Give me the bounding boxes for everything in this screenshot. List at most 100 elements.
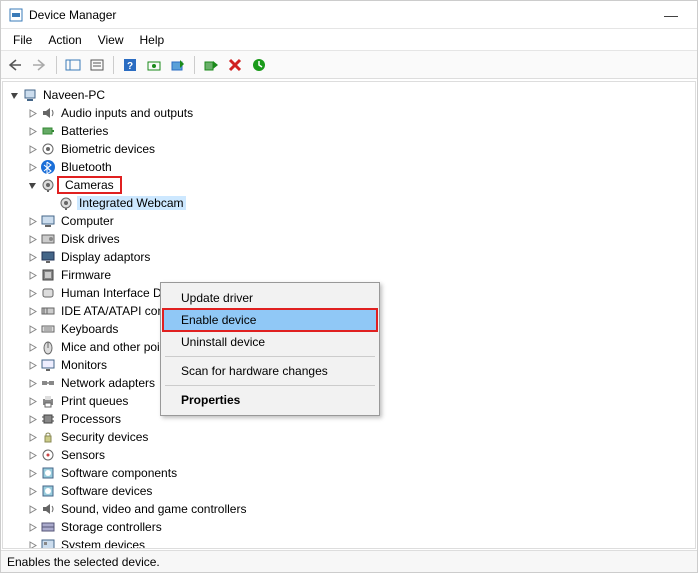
- cm-enable-device[interactable]: Enable device: [163, 309, 377, 331]
- tree-node[interactable]: System devices: [3, 536, 695, 549]
- expand-icon[interactable]: [25, 286, 39, 300]
- tree-node[interactable]: Storage controllers: [3, 518, 695, 536]
- tree-node-label: Keyboards: [59, 322, 120, 336]
- audio-icon: [40, 501, 56, 517]
- expand-icon[interactable]: [25, 484, 39, 498]
- cm-separator: [165, 356, 375, 357]
- tree-node-label: Disk drives: [59, 232, 122, 246]
- toolbar-separator: [194, 56, 195, 74]
- expand-icon[interactable]: [25, 142, 39, 156]
- tree-node[interactable]: Software components: [3, 464, 695, 482]
- expand-icon[interactable]: [25, 322, 39, 336]
- tree-node-label: Software devices: [59, 484, 154, 498]
- printer-icon: [40, 393, 56, 409]
- status-text: Enables the selected device.: [7, 555, 160, 569]
- camera-icon: [58, 195, 74, 211]
- tree-node-label: Computer: [59, 214, 116, 228]
- cm-separator: [165, 385, 375, 386]
- help-button[interactable]: ?: [119, 54, 141, 76]
- tree-node-label: System devices: [59, 538, 147, 549]
- tree-node-label: Display adaptors: [59, 250, 152, 264]
- tree-node[interactable]: Cameras: [3, 176, 695, 194]
- expand-icon[interactable]: [25, 232, 39, 246]
- tree-node[interactable]: Security devices: [3, 428, 695, 446]
- enable-button[interactable]: [200, 54, 222, 76]
- expand-icon[interactable]: [25, 430, 39, 444]
- uninstall-button[interactable]: [224, 54, 246, 76]
- context-menu: Update driver Enable device Uninstall de…: [160, 282, 380, 416]
- cm-uninstall-device[interactable]: Uninstall device: [163, 331, 377, 353]
- tree-node-label: Software components: [59, 466, 179, 480]
- tree-node-label: Processors: [59, 412, 123, 426]
- scan-button[interactable]: [143, 54, 165, 76]
- expand-icon[interactable]: [25, 358, 39, 372]
- menu-help[interactable]: Help: [132, 31, 173, 49]
- tree-node-label: Storage controllers: [59, 520, 164, 534]
- tree-node[interactable]: Integrated Webcam: [3, 194, 695, 212]
- forward-button[interactable]: [29, 54, 51, 76]
- toolbar: ?: [1, 51, 697, 79]
- minimize-button[interactable]: —: [653, 7, 689, 23]
- update-button[interactable]: [167, 54, 189, 76]
- tree-node[interactable]: Disk drives: [3, 230, 695, 248]
- expand-icon[interactable]: [25, 448, 39, 462]
- tree-node[interactable]: Software devices: [3, 482, 695, 500]
- expand-icon[interactable]: [25, 376, 39, 390]
- menu-action[interactable]: Action: [40, 31, 89, 49]
- tree-node[interactable]: Sensors: [3, 446, 695, 464]
- tree-node-label: Sound, video and game controllers: [59, 502, 248, 516]
- expand-icon[interactable]: [25, 520, 39, 534]
- tree-node[interactable]: Audio inputs and outputs: [3, 104, 695, 122]
- expand-icon[interactable]: [25, 340, 39, 354]
- tree-node[interactable]: Computer: [3, 212, 695, 230]
- expand-icon[interactable]: [25, 394, 39, 408]
- tree-node[interactable]: Bluetooth: [3, 158, 695, 176]
- tree-node-label: Security devices: [59, 430, 150, 444]
- expand-icon[interactable]: [25, 268, 39, 282]
- expand-icon[interactable]: [25, 466, 39, 480]
- expand-icon[interactable]: [25, 502, 39, 516]
- collapse-icon[interactable]: [25, 178, 39, 192]
- tree-node[interactable]: Batteries: [3, 122, 695, 140]
- menu-file[interactable]: File: [5, 31, 40, 49]
- expand-icon[interactable]: [25, 214, 39, 228]
- tree-node[interactable]: Naveen-PC: [3, 86, 695, 104]
- window-title: Device Manager: [29, 8, 653, 22]
- expand-icon[interactable]: [25, 160, 39, 174]
- software-icon: [40, 483, 56, 499]
- network-icon: [40, 375, 56, 391]
- software-icon: [40, 465, 56, 481]
- camera-icon: [40, 177, 56, 193]
- cm-update-driver[interactable]: Update driver: [163, 287, 377, 309]
- show-hidden-button[interactable]: [62, 54, 84, 76]
- tree-node-label: Audio inputs and outputs: [59, 106, 195, 120]
- tree-node-label: Biometric devices: [59, 142, 157, 156]
- tree-node-label: Cameras: [57, 176, 122, 194]
- mouse-icon: [40, 339, 56, 355]
- bluetooth-icon: [40, 159, 56, 175]
- cm-properties[interactable]: Properties: [163, 389, 377, 411]
- display-icon: [40, 249, 56, 265]
- status-bar: Enables the selected device.: [1, 550, 697, 572]
- tree-node-label: Naveen-PC: [41, 88, 107, 102]
- tree-node[interactable]: Biometric devices: [3, 140, 695, 158]
- back-button[interactable]: [5, 54, 27, 76]
- expand-icon[interactable]: [25, 412, 39, 426]
- expand-icon[interactable]: [25, 106, 39, 120]
- tree-node-label: Bluetooth: [59, 160, 114, 174]
- expand-icon[interactable]: [25, 124, 39, 138]
- menu-view[interactable]: View: [90, 31, 132, 49]
- refresh-button[interactable]: [248, 54, 270, 76]
- expand-icon[interactable]: [25, 538, 39, 549]
- audio-icon: [40, 105, 56, 121]
- tree-node[interactable]: Sound, video and game controllers: [3, 500, 695, 518]
- collapse-icon[interactable]: [7, 88, 21, 102]
- tree-node[interactable]: Display adaptors: [3, 248, 695, 266]
- expand-icon[interactable]: [25, 304, 39, 318]
- cm-scan-hardware[interactable]: Scan for hardware changes: [163, 360, 377, 382]
- expander-placeholder: [43, 196, 57, 210]
- toolbar-separator: [56, 56, 57, 74]
- properties-button[interactable]: [86, 54, 108, 76]
- expand-icon[interactable]: [25, 250, 39, 264]
- ide-icon: [40, 303, 56, 319]
